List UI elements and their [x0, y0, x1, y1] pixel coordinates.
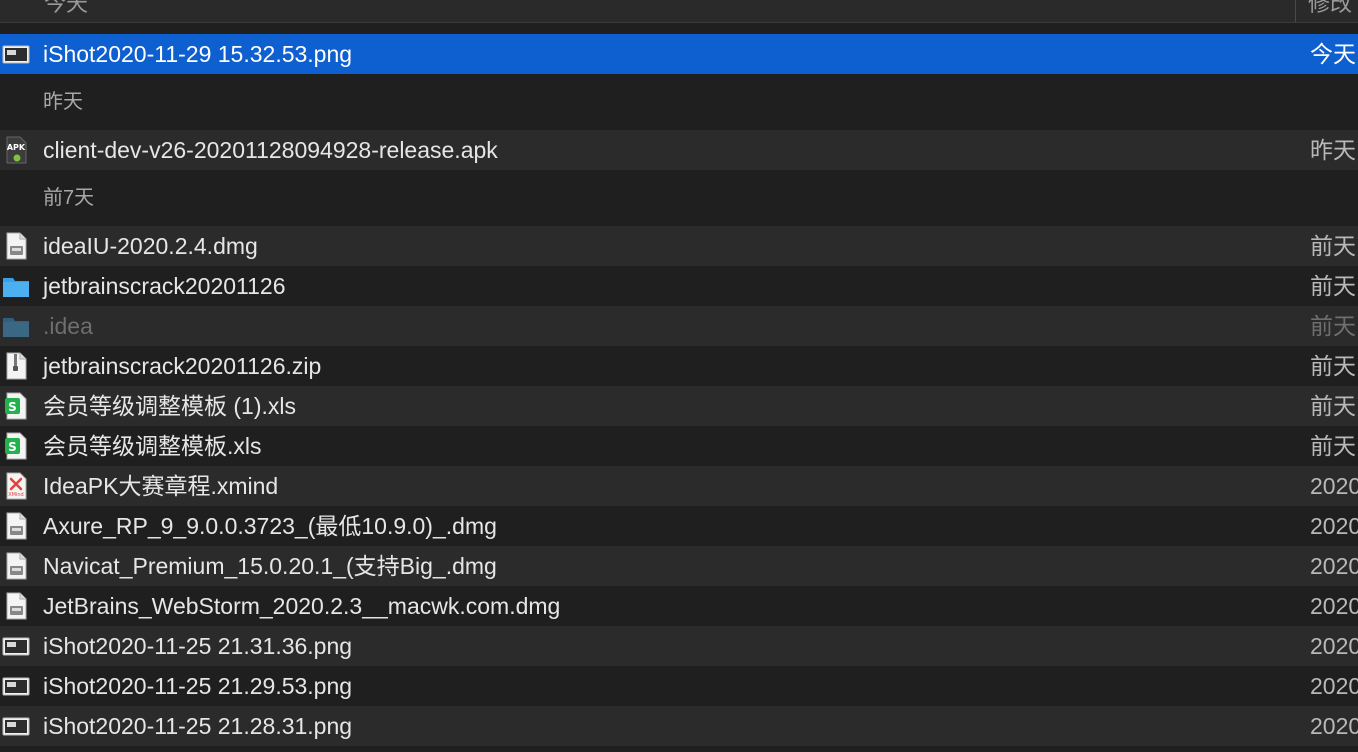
column-header: 今天 修改 — [0, 0, 1358, 23]
file-row[interactable]: ideaIU-2020.2.4.dmg 前天 — [0, 226, 1358, 266]
file-date: 2020 — [1310, 513, 1358, 539]
file-name: iShot2020-11-25 21.28.31.png — [43, 713, 353, 739]
disk-image-icon — [2, 552, 30, 580]
file-row[interactable]: iShot2020-11-25 21.29.53.png 2020 — [0, 666, 1358, 706]
file-row[interactable]: Axure_RP_9_9.0.0.3723_(最低10.9.0)_.dmg 202… — [0, 506, 1358, 546]
file-date: 前天 — [1310, 233, 1356, 259]
disk-image-icon — [2, 232, 30, 260]
file-date: 前天 — [1310, 393, 1356, 419]
file-name: client-dev-v26-20201128094928-release.ap… — [43, 137, 498, 163]
column-divider[interactable] — [1295, 0, 1296, 22]
file-row[interactable]: .idea 前天 — [0, 306, 1358, 346]
disk-image-icon — [2, 592, 30, 620]
svg-text:APK: APK — [7, 143, 26, 152]
file-date: 2020 — [1310, 633, 1358, 659]
file-date: 2020 — [1310, 673, 1358, 699]
image-file-icon — [2, 712, 30, 740]
spreadsheet-icon: S — [2, 392, 30, 420]
column-header-name[interactable]: 今天 — [44, 0, 88, 18]
file-row[interactable]: iShot2020-11-25 21.28.31.png 2020 — [0, 706, 1358, 746]
file-row[interactable]: S 会员等级调整模板 (1).xls 前天 — [0, 386, 1358, 426]
file-list: iShot2020-11-29 15.32.53.png 今天昨天 APK clien… — [0, 34, 1358, 746]
folder-icon — [2, 272, 30, 300]
file-date: 前天 — [1310, 353, 1356, 379]
file-name: ideaIU-2020.2.4.dmg — [43, 233, 258, 259]
file-row[interactable]: JetBrains_WebStorm_2020.2.3__macwk.com.d… — [0, 586, 1358, 626]
file-name: iShot2020-11-25 21.29.53.png — [43, 673, 353, 699]
file-row[interactable]: XMind IdeaPK大赛章程.xmind 2020 — [0, 466, 1358, 506]
apk-file-icon: APK — [2, 136, 30, 164]
file-date: 2020 — [1310, 473, 1358, 499]
file-name: jetbrainscrack20201126.zip — [43, 353, 322, 379]
file-name: .idea — [43, 313, 93, 339]
column-header-date[interactable]: 修改 — [1308, 0, 1352, 18]
file-name: 会员等级调整模板.xls — [43, 433, 262, 459]
file-name: iShot2020-11-29 15.32.53.png — [43, 41, 353, 67]
file-row[interactable]: Navicat_Premium_15.0.20.1_(支持Big_.dmg 202… — [0, 546, 1358, 586]
file-date: 昨天 — [1310, 137, 1356, 163]
file-row[interactable]: APK client-dev-v26-20201128094928-release… — [0, 130, 1358, 170]
group-header: 昨天 — [0, 74, 1358, 130]
file-name: jetbrainscrack20201126 — [43, 273, 286, 299]
folder-icon — [2, 312, 30, 340]
file-name: IdeaPK大赛章程.xmind — [43, 473, 279, 499]
svg-text:XMind: XMind — [8, 492, 23, 498]
file-row[interactable]: S 会员等级调整模板.xls 前天 — [0, 426, 1358, 466]
group-header-label: 昨天 — [43, 91, 83, 113]
file-name: Axure_RP_9_9.0.0.3723_(最低10.9.0)_.dmg — [43, 513, 497, 539]
file-name: Navicat_Premium_15.0.20.1_(支持Big_.dmg — [43, 553, 497, 579]
disk-image-icon — [2, 512, 30, 540]
file-date: 2020 — [1310, 553, 1358, 579]
image-file-icon — [2, 40, 30, 68]
svg-text:S: S — [8, 440, 17, 454]
file-name: iShot2020-11-25 21.31.36.png — [43, 633, 353, 659]
spreadsheet-icon: S — [2, 432, 30, 460]
file-row[interactable]: jetbrainscrack20201126 前天 — [0, 266, 1358, 306]
zip-file-icon — [2, 352, 30, 380]
file-name: JetBrains_WebStorm_2020.2.3__macwk.com.d… — [43, 593, 561, 619]
file-date: 2020 — [1310, 593, 1358, 619]
file-date: 前天 — [1310, 433, 1356, 459]
group-header-label: 前7天 — [43, 187, 95, 209]
file-row[interactable]: iShot2020-11-25 21.31.36.png 2020 — [0, 626, 1358, 666]
svg-text:S: S — [8, 400, 17, 414]
image-file-icon — [2, 672, 30, 700]
file-name: 会员等级调整模板 (1).xls — [43, 393, 296, 419]
image-file-icon — [2, 632, 30, 660]
file-date: 前天 — [1310, 313, 1356, 339]
file-row[interactable]: jetbrainscrack20201126.zip 前天 — [0, 346, 1358, 386]
file-date: 今天 — [1310, 41, 1356, 67]
group-header: 前7天 — [0, 170, 1358, 226]
file-date: 前天 — [1310, 273, 1356, 299]
file-row[interactable]: iShot2020-11-29 15.32.53.png 今天 — [0, 34, 1358, 74]
file-date: 2020 — [1310, 713, 1358, 739]
xmind-file-icon: XMind — [2, 472, 30, 500]
